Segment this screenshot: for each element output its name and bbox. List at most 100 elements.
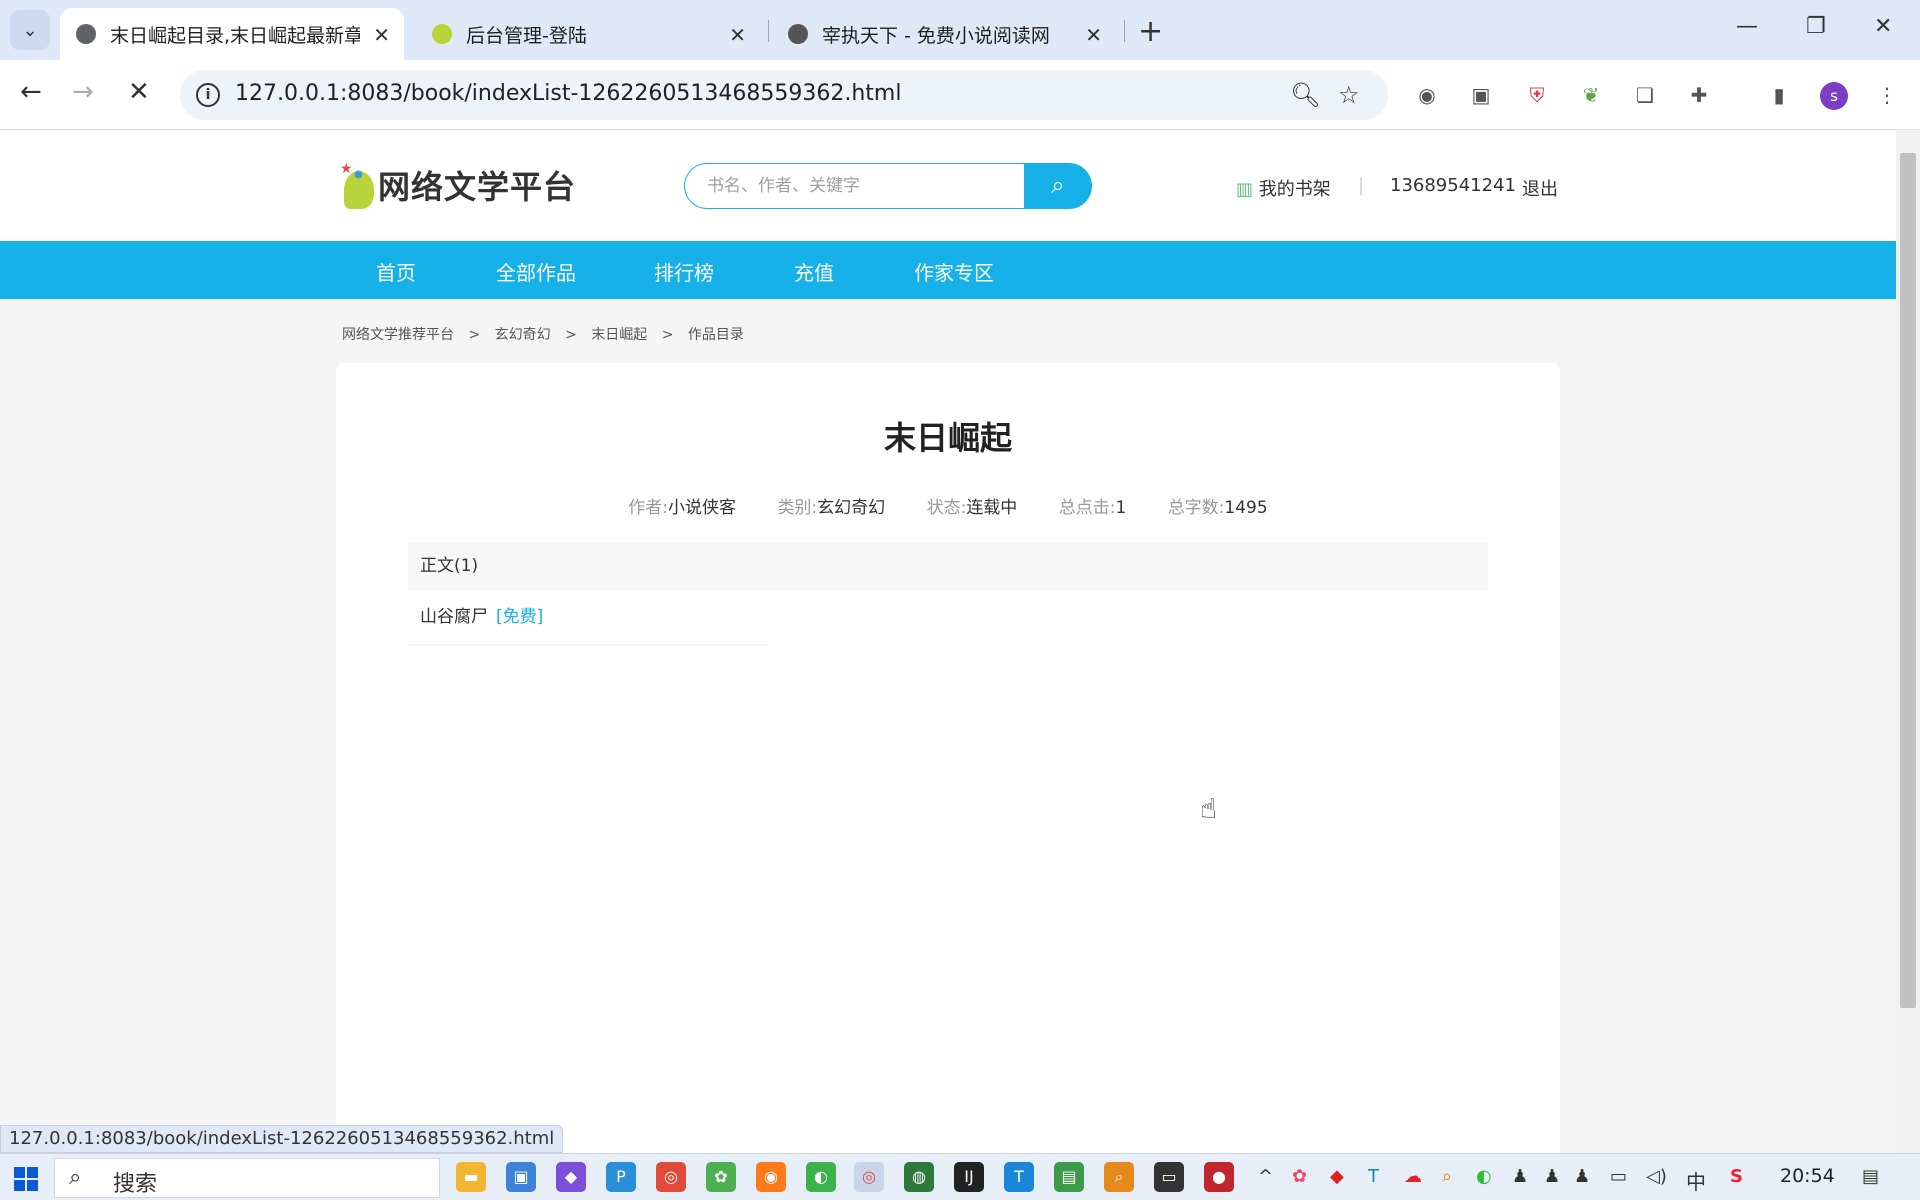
side-panel-icon[interactable]: ▮ bbox=[1766, 82, 1792, 108]
tab-divider bbox=[768, 20, 769, 42]
nav-all-works[interactable]: 全部作品 bbox=[496, 257, 576, 286]
book-meta: 作者:小说侠客 类别:玄幻奇幻 状态:连载中 总点击:1 总字数:1495 bbox=[336, 493, 1560, 518]
tray-app-icon[interactable]: T bbox=[1368, 1166, 1379, 1187]
username-link[interactable]: 13689541241 bbox=[1390, 175, 1516, 196]
category-label: 类别: bbox=[777, 498, 818, 518]
app-icon[interactable]: ▤ bbox=[1054, 1162, 1084, 1192]
shield-extension-icon[interactable]: ⛨ bbox=[1524, 82, 1550, 108]
sogou-ime-icon[interactable]: S bbox=[1730, 1166, 1743, 1187]
chapter-title[interactable]: 山谷腐尸 bbox=[420, 607, 488, 627]
terminal-icon[interactable]: ▭ bbox=[1154, 1162, 1184, 1192]
hand-cursor-icon: ☝ bbox=[1200, 792, 1218, 825]
tab-title: 宰执天下 - 免费小说阅读网 bbox=[822, 24, 1050, 47]
site-info-icon[interactable]: i bbox=[196, 83, 220, 107]
taskbar-search[interactable]: ⌕ 搜索 bbox=[54, 1158, 440, 1198]
nav-recharge[interactable]: 充值 bbox=[794, 257, 834, 286]
tray-app-icon[interactable]: ◆ bbox=[1330, 1166, 1344, 1187]
bookmark-star-icon[interactable]: ☆ bbox=[1338, 81, 1360, 109]
address-bar[interactable]: i 127.0.0.1:8083/book/indexList-12622605… bbox=[180, 70, 1388, 120]
tab-title: 末日崛起目录,末日崛起最新章节 bbox=[110, 24, 360, 47]
app-icon[interactable]: T bbox=[1004, 1162, 1034, 1192]
menu-kebab-icon[interactable]: ⋮ bbox=[1874, 82, 1900, 108]
tray-app-icon[interactable]: ⌕ bbox=[1442, 1166, 1452, 1187]
network-icon[interactable]: ▭ bbox=[1610, 1166, 1627, 1187]
tab-admin-login[interactable]: 后台管理-登陆 ✕ bbox=[416, 8, 760, 60]
address-url[interactable]: 127.0.0.1:8083/book/indexList-1262260513… bbox=[235, 81, 901, 106]
app-icon[interactable]: P bbox=[606, 1162, 636, 1192]
close-icon[interactable]: ✕ bbox=[373, 23, 390, 47]
site-favicon-icon bbox=[432, 24, 452, 44]
firefox-icon[interactable]: ◉ bbox=[756, 1162, 786, 1192]
restore-icon[interactable]: ❐ bbox=[1806, 14, 1826, 39]
leaf-extension-icon[interactable]: ❦ bbox=[1578, 82, 1604, 108]
app-icon[interactable]: ⌕ bbox=[1104, 1162, 1134, 1192]
zoom-icon[interactable]: 🔍︎ bbox=[1290, 81, 1320, 109]
tray-app-icon[interactable]: ✿ bbox=[1292, 1166, 1307, 1187]
main-nav: 首页 全部作品 排行榜 充值 作家专区 bbox=[0, 241, 1896, 299]
nav-home[interactable]: 首页 bbox=[376, 257, 416, 286]
app-icon[interactable]: ✿ bbox=[706, 1162, 736, 1192]
tray-app-icon[interactable]: ♟ bbox=[1544, 1166, 1560, 1187]
tab-search-button[interactable]: ⌄ bbox=[10, 10, 50, 50]
tray-app-icon[interactable]: ♟ bbox=[1574, 1166, 1590, 1187]
author-value: 小说侠客 bbox=[668, 498, 737, 518]
volume-header: 正文(1) bbox=[408, 542, 1488, 590]
app-icon[interactable]: ◍ bbox=[904, 1162, 934, 1192]
ime-indicator[interactable]: 中 bbox=[1686, 1166, 1706, 1195]
profile-avatar[interactable]: s bbox=[1820, 82, 1848, 110]
volume-icon[interactable]: ◁) bbox=[1646, 1166, 1667, 1187]
forward-arrow-icon[interactable]: → bbox=[72, 77, 94, 107]
tab-manager-icon[interactable]: ❏ bbox=[1632, 82, 1658, 108]
window-close-icon[interactable]: ✕ bbox=[1874, 14, 1892, 39]
new-tab-plus-icon[interactable]: + bbox=[1138, 14, 1163, 49]
windows-start-icon[interactable] bbox=[14, 1167, 38, 1191]
nav-author-zone[interactable]: 作家专区 bbox=[914, 257, 994, 286]
close-icon[interactable]: ✕ bbox=[729, 23, 746, 47]
breadcrumb-home[interactable]: 网络文学推荐平台 bbox=[342, 327, 454, 343]
taskbar-search-label: 搜索 bbox=[113, 1172, 158, 1197]
bookshelf-link[interactable]: ▥ 我的书架 bbox=[1236, 175, 1331, 201]
tray-overflow-icon[interactable]: ^ bbox=[1258, 1166, 1273, 1187]
breadcrumb-book[interactable]: 末日崛起 bbox=[591, 327, 647, 343]
logout-link[interactable]: 退出 bbox=[1522, 175, 1558, 201]
search-icon: ⌕ bbox=[1051, 172, 1065, 199]
back-arrow-icon[interactable]: ← bbox=[20, 77, 42, 107]
status-value: 连载中 bbox=[966, 498, 1018, 518]
puzzle-extensions-icon[interactable]: ✚ bbox=[1686, 82, 1712, 108]
chrome-icon[interactable]: ◎ bbox=[656, 1162, 686, 1192]
app-icon[interactable]: ● bbox=[1204, 1162, 1234, 1192]
tab-novel-site[interactable]: 宰执天下 - 免费小说阅读网 ✕ bbox=[772, 8, 1116, 60]
file-explorer-icon[interactable]: ▬ bbox=[456, 1162, 486, 1192]
catalog-card: 末日崛起 作者:小说侠客 类别:玄幻奇幻 状态:连载中 总点击:1 总字数:14… bbox=[336, 363, 1560, 1153]
wechat-icon[interactable]: ◐ bbox=[806, 1162, 836, 1192]
search-button[interactable]: ⌕ bbox=[1024, 163, 1092, 209]
nav-rankings[interactable]: 排行榜 bbox=[654, 257, 714, 286]
chrome-active-icon[interactable]: ◎ bbox=[854, 1162, 884, 1192]
notifications-icon[interactable]: ▤ bbox=[1862, 1166, 1879, 1187]
app-icon[interactable]: ▣ bbox=[506, 1162, 536, 1192]
windows-taskbar: ⌕ 搜索 ▬ ▣ ◆ P ◎ ✿ ◉ ◐ ◎ ◍ IJ T ▤ ⌕ ▭ ● ^ … bbox=[0, 1153, 1920, 1200]
stop-loading-icon[interactable]: ✕ bbox=[128, 77, 150, 107]
app-icon[interactable]: ◆ bbox=[556, 1162, 586, 1192]
image-extension-icon[interactable]: ▣ bbox=[1468, 82, 1494, 108]
clicks-label: 总点击: bbox=[1058, 498, 1116, 518]
globe-icon bbox=[788, 24, 808, 44]
tray-wechat-icon[interactable]: ◐ bbox=[1476, 1166, 1492, 1187]
scrollbar-thumb[interactable] bbox=[1900, 153, 1916, 1008]
chapter-item[interactable]: 山谷腐尸 [免费] bbox=[408, 590, 768, 645]
intellij-icon[interactable]: IJ bbox=[954, 1162, 984, 1192]
clock-time[interactable]: 20:54 bbox=[1780, 1165, 1835, 1187]
site-logo[interactable]: ★ ● 网络文学平台 bbox=[338, 161, 576, 209]
breadcrumb-separator: > bbox=[468, 327, 481, 343]
tray-app-icon[interactable]: ♟ bbox=[1512, 1166, 1528, 1187]
minimize-icon[interactable]: — bbox=[1736, 14, 1758, 39]
tab-title: 后台管理-登陆 bbox=[466, 24, 587, 47]
camera-extension-icon[interactable]: ◉ bbox=[1414, 82, 1440, 108]
tab-active[interactable]: 末日崛起目录,末日崛起最新章节 ✕ bbox=[60, 8, 404, 60]
logo-text: 网络文学平台 bbox=[378, 168, 577, 206]
tray-app-icon[interactable]: ☁ bbox=[1404, 1166, 1422, 1187]
breadcrumb-category[interactable]: 玄幻奇幻 bbox=[495, 327, 551, 343]
search-input[interactable] bbox=[684, 163, 1024, 209]
breadcrumb-separator: > bbox=[661, 327, 674, 343]
close-icon[interactable]: ✕ bbox=[1085, 23, 1102, 47]
